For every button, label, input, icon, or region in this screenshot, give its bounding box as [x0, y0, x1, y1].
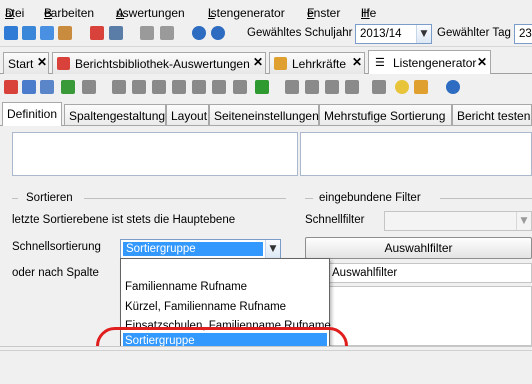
divider: [305, 198, 313, 199]
schnellfilter-label: Schnellfilter: [305, 214, 365, 226]
plus-icon[interactable]: [233, 80, 247, 94]
close-icon[interactable]: ✕: [253, 55, 263, 69]
tab-bericht-testen[interactable]: Bericht testen: [452, 104, 532, 126]
dropdown-option[interactable]: Familienname Rufname: [125, 281, 247, 293]
prev-page-icon[interactable]: [132, 80, 146, 94]
close-icon[interactable]: ✕: [477, 55, 487, 69]
copy-icon[interactable]: [325, 80, 339, 94]
tab-berichtsbibliothek[interactable]: Berichtsbibliothek-Auswertungen ✕: [52, 52, 266, 74]
tab-label: Listengenerator: [393, 56, 477, 70]
books-icon: [57, 57, 70, 70]
open-icon[interactable]: [40, 80, 54, 94]
definition-panel: Sortieren eingebundene Filter letzte Sor…: [0, 126, 532, 365]
spalte-label: oder nach Spalte: [12, 267, 99, 279]
document-icon[interactable]: [372, 80, 386, 94]
list-icon: ☰: [375, 57, 385, 69]
definition-tabs: Definition Spaltengestaltung Layout Seit…: [0, 102, 532, 127]
divider: [12, 198, 18, 199]
database-icon[interactable]: [140, 26, 154, 40]
next-page-icon[interactable]: [192, 80, 206, 94]
dropdown-option[interactable]: Kürzel, Familienname Rufname: [125, 301, 286, 313]
auswahlfilter-button[interactable]: Auswahlfilter: [305, 237, 532, 259]
back-icon[interactable]: [285, 80, 299, 94]
tab-spaltengestaltung[interactable]: Spaltengestaltung: [64, 104, 166, 126]
save-icon[interactable]: [22, 80, 36, 94]
schnellsortierung-label: Schnellsortierung: [12, 241, 101, 253]
people-icon[interactable]: [22, 26, 36, 40]
tab-label: Mehrstufige Sortierung: [324, 109, 446, 123]
tag-value: 23: [519, 28, 532, 40]
divider: [0, 350, 532, 351]
teachers-icon: [274, 57, 287, 70]
menu-bar: Datei Bearbeiten Auswertungen Listengene…: [0, 0, 532, 20]
cut-icon[interactable]: [305, 80, 319, 94]
printer-icon[interactable]: [109, 26, 123, 40]
tab-listengenerator[interactable]: ☰ Listengenerator ✕: [368, 50, 491, 75]
next-icon[interactable]: [172, 80, 186, 94]
filter-row[interactable]: Auswahlfilter: [305, 263, 532, 283]
tab-start[interactable]: Start ✕: [3, 52, 49, 74]
info-icon[interactable]: [192, 26, 206, 40]
tab-lehrkraefte[interactable]: Lehrkräfte ✕: [269, 52, 365, 74]
list-toolbar: [0, 74, 532, 100]
tag-input[interactable]: 23: [514, 24, 532, 44]
divider: [440, 198, 532, 199]
close-icon[interactable]: ✕: [352, 55, 362, 69]
schuljahr-value: 2013/14: [360, 28, 402, 40]
tab-layout[interactable]: Layout: [166, 104, 209, 126]
tab-definition[interactable]: Definition: [2, 102, 62, 127]
help-icon[interactable]: [446, 80, 460, 94]
tab-label: Lehrkräfte: [292, 57, 347, 71]
brush-icon[interactable]: [414, 80, 428, 94]
help-icon[interactable]: [211, 26, 225, 40]
schnellsortierung-select[interactable]: Sortiergruppe ▼: [120, 239, 281, 259]
undo-icon[interactable]: [61, 80, 75, 94]
paste-icon[interactable]: [345, 80, 359, 94]
filter-row-text: Auswahlfilter: [332, 267, 398, 279]
tab-label: Start: [8, 57, 34, 71]
tab-label: Berichtsbibliothek-Auswertungen: [75, 57, 250, 71]
main-toolbar: Gewähltes Schuljahr 2013/14 ▼ Gewählter …: [0, 20, 532, 47]
tag-label: Gewählter Tag: [437, 27, 511, 39]
divider: [84, 198, 286, 199]
chevron-down-icon[interactable]: ▼: [416, 25, 431, 43]
new-icon[interactable]: [4, 80, 18, 94]
tab-seiteneinstellungen[interactable]: Seiteneinstellungen: [209, 104, 319, 126]
tab-label: Definition: [7, 107, 58, 121]
list-box-right[interactable]: [300, 132, 532, 176]
tab-label: Bericht testen: [457, 109, 531, 123]
tab-label: Layout: [171, 109, 208, 123]
sortieren-heading: Sortieren: [26, 192, 73, 204]
filter-heading: eingebundene Filter: [319, 192, 421, 204]
prev-icon[interactable]: [152, 80, 166, 94]
chevron-down-icon[interactable]: ▼: [516, 212, 531, 230]
classes-icon[interactable]: [40, 26, 54, 40]
delete-icon[interactable]: [82, 80, 96, 94]
close-icon[interactable]: ✕: [37, 55, 47, 69]
database2-icon[interactable]: [160, 26, 174, 40]
document-tabs: Start ✕ Berichtsbibliothek-Auswertungen …: [0, 50, 532, 75]
lightbulb-icon[interactable]: [395, 80, 409, 94]
list-box-left[interactable]: [12, 132, 298, 176]
sort-note: letzte Sortierebene ist stets die Haupte…: [12, 214, 236, 226]
books-icon[interactable]: [90, 26, 104, 40]
chevron-down-icon[interactable]: ▼: [265, 240, 280, 258]
schnellsortierung-value: Sortiergruppe: [123, 242, 263, 256]
calendar-icon[interactable]: [58, 26, 72, 40]
last-icon[interactable]: [212, 80, 226, 94]
schuljahr-label: Gewähltes Schuljahr: [247, 27, 353, 39]
status-area: [0, 346, 532, 384]
tab-mehrstufige-sortierung[interactable]: Mehrstufige Sortierung: [319, 104, 452, 126]
tab-label: Spaltengestaltung: [69, 109, 166, 123]
schuljahr-select[interactable]: 2013/14 ▼: [355, 24, 432, 44]
refresh-icon[interactable]: [255, 80, 269, 94]
first-icon[interactable]: [112, 80, 126, 94]
schnellfilter-select[interactable]: ▼: [384, 211, 532, 231]
grid-icon[interactable]: [4, 26, 18, 40]
tab-label: Seiteneinstellungen: [214, 109, 319, 123]
